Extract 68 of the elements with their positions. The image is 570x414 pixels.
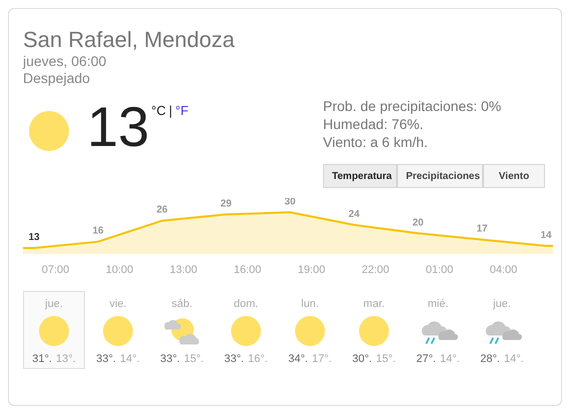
hour-label: 13:00 bbox=[170, 263, 198, 278]
sun-icon bbox=[103, 316, 133, 346]
hour-label: 22:00 bbox=[362, 263, 390, 278]
high-temp: 33°. bbox=[160, 352, 180, 367]
low-temp: 13°. bbox=[56, 352, 76, 367]
detail-text: Prob. de precipitaciones: 0% bbox=[323, 97, 502, 115]
hour-label: 10:00 bbox=[106, 263, 134, 278]
day-forecast[interactable]: sáb. 33°. 15°. bbox=[151, 290, 213, 368]
sun-icon bbox=[359, 316, 389, 346]
value-label: 20 bbox=[412, 217, 424, 228]
tab[interactable]: Temperatura bbox=[323, 164, 397, 188]
low-temp: 16°. bbox=[248, 352, 268, 367]
low-temp: 14°. bbox=[120, 352, 140, 367]
sun-icon bbox=[295, 316, 325, 346]
hour-label: 07:00 bbox=[42, 263, 70, 278]
sun-icon bbox=[29, 111, 69, 151]
high-temp: 33°. bbox=[224, 352, 244, 367]
low-temp: 17°. bbox=[312, 352, 332, 367]
low-temp: 15°. bbox=[184, 352, 204, 367]
sun-icon bbox=[231, 316, 261, 346]
hour-label: 16:00 bbox=[234, 263, 262, 278]
location-title: San Rafael, Mendoza bbox=[23, 27, 235, 53]
unit-label: °C bbox=[151, 102, 166, 120]
tab[interactable]: Viento bbox=[483, 164, 545, 188]
sun-cloud-icon bbox=[162, 316, 202, 346]
high-temp: 34°. bbox=[288, 352, 308, 367]
high-temp: 28°. bbox=[480, 352, 500, 367]
day-forecast[interactable]: dom. 33°. 16°. bbox=[215, 290, 277, 368]
day-label: dom. bbox=[234, 298, 258, 310]
high-temp: 27°. bbox=[416, 352, 436, 367]
high-temp: 33°. bbox=[96, 352, 116, 367]
day-forecast[interactable]: vie. 33°. 14°. bbox=[87, 290, 149, 368]
value-label: 17 bbox=[476, 224, 488, 235]
value-label: 13 bbox=[28, 232, 40, 243]
detail-text: Humedad: 76%. bbox=[323, 115, 424, 133]
low-temp: 14°. bbox=[504, 352, 524, 367]
day-label: vie. bbox=[109, 298, 127, 310]
value-label: 29 bbox=[220, 198, 232, 210]
hour-label: 04:00 bbox=[490, 263, 518, 278]
day-forecast[interactable]: jue. 28°. 14°. bbox=[471, 290, 533, 368]
low-temp: 14°. bbox=[440, 352, 460, 367]
hour-label: 19:00 bbox=[298, 263, 326, 278]
value-label: 16 bbox=[92, 226, 104, 237]
separator-text: | bbox=[168, 102, 172, 120]
day-label: jue. bbox=[45, 298, 63, 310]
time-text: jueves, 06:00 bbox=[23, 53, 106, 70]
sun-icon bbox=[39, 316, 69, 346]
unit-link[interactable]: °F bbox=[175, 101, 188, 120]
high-temp: 31°. bbox=[32, 352, 52, 367]
day-forecast[interactable]: jue. 31°. 13°. bbox=[23, 290, 85, 368]
day-label: mié. bbox=[428, 298, 448, 310]
day-forecast[interactable]: mar. 30°. 15°. bbox=[343, 290, 405, 368]
day-label: jue. bbox=[493, 298, 511, 310]
value-label: 26 bbox=[156, 204, 168, 216]
day-label: mar. bbox=[363, 298, 385, 310]
condition-text: Despejado bbox=[23, 70, 90, 87]
hour-label: 01:00 bbox=[426, 263, 454, 278]
day-label: lun. bbox=[301, 298, 319, 310]
day-forecast[interactable]: lun. 34°. 17°. bbox=[279, 290, 341, 368]
day-forecast[interactable]: mié. 27°. 14°. bbox=[407, 290, 469, 368]
day-label: sáb. bbox=[172, 298, 192, 310]
low-temp: 15°. bbox=[376, 352, 396, 367]
value-label: 14 bbox=[540, 230, 552, 241]
detail-text: Viento: a 6 km/h. bbox=[323, 133, 428, 151]
temperature-text: 13 bbox=[87, 99, 150, 155]
value-label: 24 bbox=[348, 208, 360, 220]
high-temp: 30°. bbox=[352, 352, 372, 367]
tab[interactable]: Precipitaciones bbox=[397, 164, 483, 188]
